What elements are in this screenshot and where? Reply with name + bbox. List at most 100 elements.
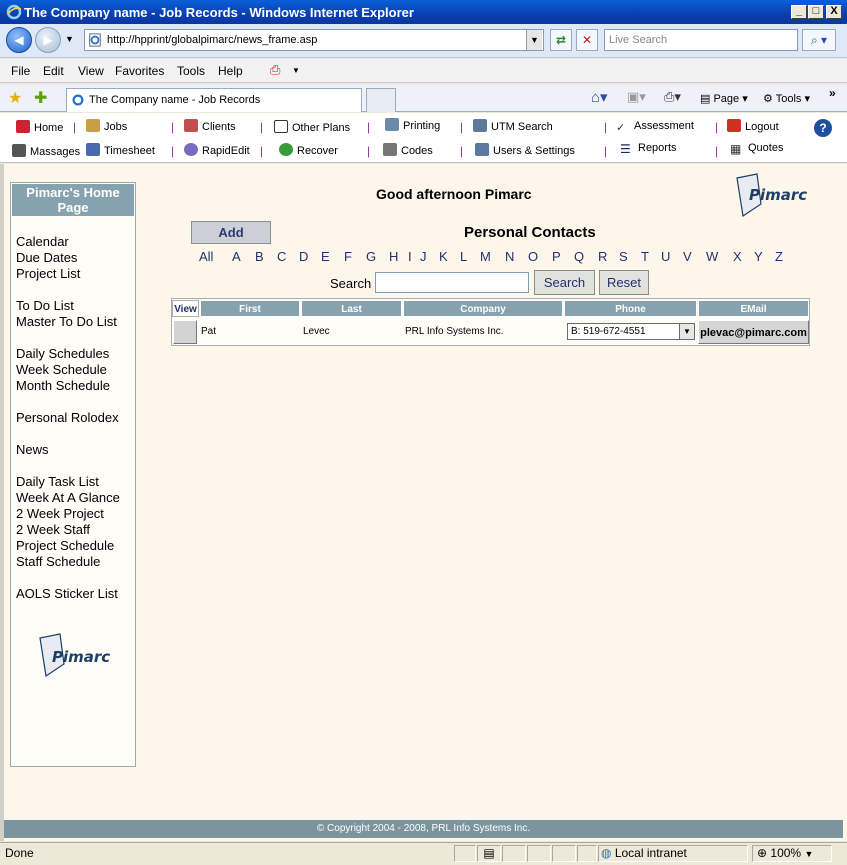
- letter-l[interactable]: L: [460, 249, 467, 264]
- toolbar-codes[interactable]: Codes: [383, 143, 433, 157]
- toolbar-printing[interactable]: Printing: [385, 118, 440, 132]
- sidebar-link-daily-schedules[interactable]: Daily Schedules: [16, 346, 109, 362]
- letter-k[interactable]: K: [439, 249, 448, 264]
- back-button[interactable]: ◀: [6, 27, 32, 53]
- letter-all[interactable]: All: [199, 249, 213, 264]
- toolbar-messages[interactable]: Massages: [12, 144, 80, 158]
- letter-c[interactable]: C: [277, 249, 286, 264]
- toolbar-timesheet[interactable]: Timesheet: [86, 143, 155, 157]
- sidebar-link-calendar[interactable]: Calendar: [16, 234, 69, 250]
- sidebar-link-month-schedule[interactable]: Month Schedule: [16, 378, 110, 394]
- sidebar-link-staff-schedule[interactable]: Staff Schedule: [16, 554, 100, 570]
- toolbar-users-settings[interactable]: Users & Settings: [475, 143, 575, 157]
- letter-f[interactable]: F: [344, 249, 352, 264]
- letter-m[interactable]: M: [480, 249, 491, 264]
- letter-i[interactable]: I: [408, 249, 412, 264]
- chevron-more-icon[interactable]: »: [829, 86, 836, 100]
- tab-job-records[interactable]: The Company name - Job Records: [66, 88, 362, 112]
- feeds-icon[interactable]: ▣▾: [627, 89, 646, 105]
- contact-email-button[interactable]: plevac@pimarc.com: [698, 320, 809, 344]
- add-favorite-icon[interactable]: ✚: [34, 88, 47, 108]
- toolbar-utm-search[interactable]: UTM Search: [473, 119, 553, 133]
- security-zone[interactable]: ◍ Local intranet: [598, 845, 748, 862]
- sidebar-link-project-list[interactable]: Project List: [16, 266, 80, 282]
- letter-g[interactable]: G: [366, 249, 376, 264]
- menu-view[interactable]: View: [78, 64, 104, 78]
- toolbar-recover[interactable]: Recover: [279, 143, 338, 157]
- sidebar-link-master-to-do-list[interactable]: Master To Do List: [16, 314, 117, 330]
- letter-s[interactable]: S: [619, 249, 628, 264]
- sidebar-link-2-week-staff[interactable]: 2 Week Staff: [16, 522, 90, 538]
- menu-tools[interactable]: Tools: [177, 64, 205, 78]
- letter-t[interactable]: T: [641, 249, 649, 264]
- search-icon[interactable]: ⌕ ▾: [802, 29, 836, 51]
- letter-j[interactable]: J: [420, 249, 427, 264]
- letter-z[interactable]: Z: [775, 249, 783, 264]
- address-dropdown-icon[interactable]: ▼: [526, 30, 542, 50]
- letter-y[interactable]: Y: [754, 249, 763, 264]
- pdf-icon[interactable]: ⎙: [270, 62, 286, 78]
- view-contact-button[interactable]: [173, 320, 197, 344]
- sidebar-link-to-do-list[interactable]: To Do List: [16, 298, 74, 314]
- tools-menu[interactable]: ⚙ Tools ▾: [763, 92, 810, 105]
- toolbar-home[interactable]: Home: [16, 120, 63, 134]
- sidebar-link-aols-sticker-list[interactable]: AOLS Sticker List: [16, 586, 118, 602]
- refresh-icon[interactable]: ⇄: [550, 29, 572, 51]
- favorites-star-icon[interactable]: ★: [8, 88, 22, 108]
- letter-p[interactable]: P: [552, 249, 561, 264]
- pdf-dropdown-icon[interactable]: ▼: [292, 66, 300, 75]
- sidebar-link-daily-task-list[interactable]: Daily Task List: [16, 474, 99, 490]
- menu-edit[interactable]: Edit: [43, 64, 64, 78]
- new-tab-button[interactable]: [366, 88, 396, 112]
- print-icon[interactable]: ⎙▾: [664, 89, 681, 105]
- toolbar-rapidedit[interactable]: RapidEdit: [184, 143, 250, 157]
- add-contact-button[interactable]: Add: [191, 221, 271, 244]
- home-icon[interactable]: ⌂▾: [591, 88, 608, 106]
- letter-h[interactable]: H: [389, 249, 398, 264]
- reset-button[interactable]: Reset: [599, 270, 649, 295]
- stop-icon[interactable]: ✕: [576, 29, 598, 51]
- letter-o[interactable]: O: [528, 249, 538, 264]
- toolbar-clients[interactable]: Clients: [184, 119, 236, 133]
- contact-phone-select[interactable]: B: 519-672-4551 ▼: [567, 323, 695, 340]
- address-bar[interactable]: http://hpprint/globalpimarc/news_frame.a…: [84, 29, 544, 51]
- toolbar-quotes[interactable]: ▦ Quotes: [730, 142, 783, 156]
- toolbar-other-plans[interactable]: Other Plans: [274, 120, 350, 134]
- maximize-button[interactable]: □: [808, 5, 824, 19]
- minimize-button[interactable]: _: [791, 5, 807, 19]
- menu-favorites[interactable]: Favorites: [115, 64, 164, 78]
- letter-n[interactable]: N: [505, 249, 514, 264]
- toolbar-assessment[interactable]: ✓ Assessment: [616, 120, 694, 135]
- letter-b[interactable]: B: [255, 249, 264, 264]
- zoom-control[interactable]: ⊕ 100% ▼: [752, 845, 832, 862]
- close-button[interactable]: X: [826, 5, 842, 19]
- help-icon[interactable]: ?: [814, 119, 832, 137]
- letter-v[interactable]: V: [683, 249, 692, 264]
- search-button[interactable]: Search: [534, 270, 595, 295]
- menu-help[interactable]: Help: [218, 64, 243, 78]
- toolbar-jobs[interactable]: Jobs: [86, 119, 127, 133]
- letter-x[interactable]: X: [733, 249, 742, 264]
- sidebar-link-due-dates[interactable]: Due Dates: [16, 250, 77, 266]
- letter-d[interactable]: D: [299, 249, 308, 264]
- sidebar-link-2-week-project[interactable]: 2 Week Project: [16, 506, 104, 522]
- sidebar-link-week-at-a-glance[interactable]: Week At A Glance: [16, 490, 120, 506]
- contact-search-input[interactable]: [375, 272, 529, 293]
- live-search-input[interactable]: Live Search: [604, 29, 798, 51]
- letter-a[interactable]: A: [232, 249, 241, 264]
- page-menu[interactable]: ▤ Page ▾: [700, 92, 748, 105]
- forward-button[interactable]: ▶: [35, 27, 61, 53]
- sidebar-link-week-schedule[interactable]: Week Schedule: [16, 362, 107, 378]
- sidebar-link-project-schedule[interactable]: Project Schedule: [16, 538, 114, 554]
- toolbar-logout[interactable]: Logout: [727, 119, 779, 133]
- toolbar-reports[interactable]: ☰ Reports: [620, 142, 677, 156]
- letter-q[interactable]: Q: [574, 249, 584, 264]
- letter-e[interactable]: E: [321, 249, 330, 264]
- menu-file[interactable]: File: [11, 64, 30, 78]
- chevron-down-icon[interactable]: ▼: [679, 324, 694, 339]
- letter-u[interactable]: U: [661, 249, 670, 264]
- letter-r[interactable]: R: [598, 249, 607, 264]
- sidebar-link-personal-rolodex[interactable]: Personal Rolodex: [16, 410, 119, 426]
- letter-w[interactable]: W: [706, 249, 718, 264]
- sidebar-link-news[interactable]: News: [16, 442, 49, 458]
